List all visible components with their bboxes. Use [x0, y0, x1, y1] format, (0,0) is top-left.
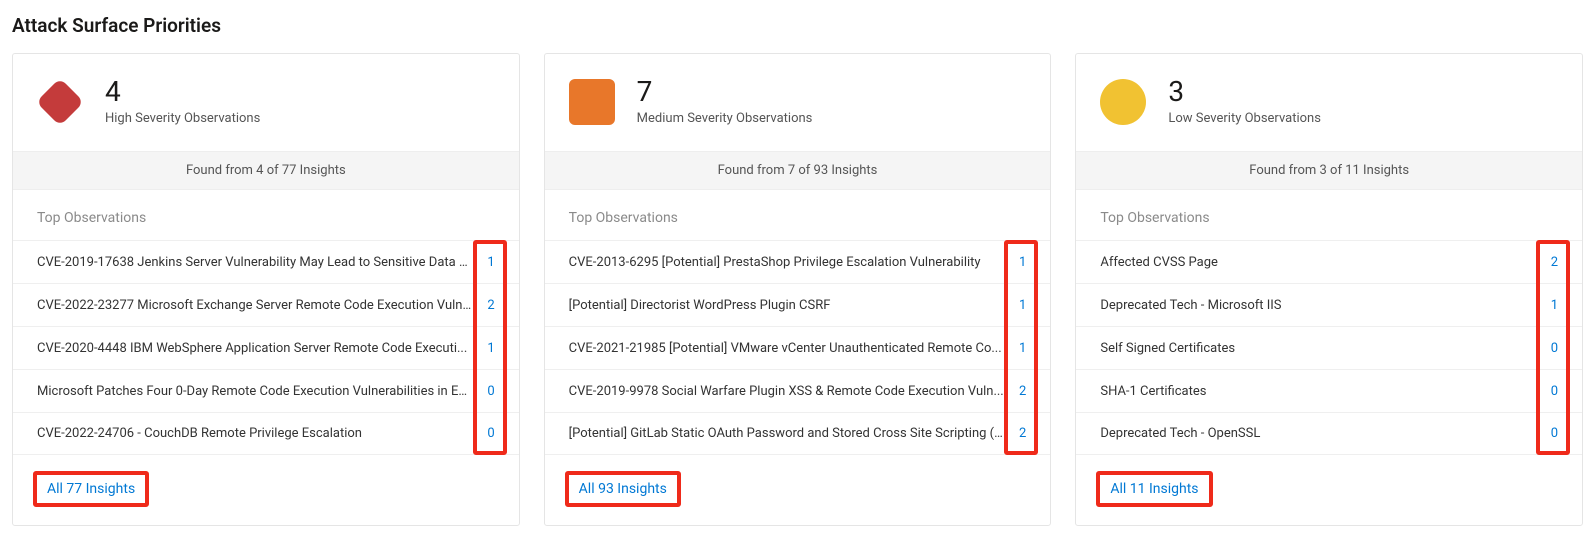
observation-name: CVE-2013-6295 [Potential] PrestaShop Pri…: [569, 255, 1013, 270]
severity-count: 3: [1168, 76, 1321, 108]
observation-row[interactable]: CVE-2020-4448 IBM WebSphere Application …: [13, 326, 519, 369]
card-header: 4 High Severity Observations: [13, 54, 519, 151]
top-observations-title: Top Observations: [13, 210, 519, 240]
all-insights-link[interactable]: All 93 Insights: [570, 476, 676, 502]
observation-name: Microsoft Patches Four 0-Day Remote Code…: [37, 384, 481, 399]
card-header: 3 Low Severity Observations: [1076, 54, 1582, 151]
observation-row[interactable]: CVE-2022-23277 Microsoft Exchange Server…: [13, 283, 519, 326]
observation-row[interactable]: CVE-2022-24706 - CouchDB Remote Privileg…: [13, 412, 519, 455]
severity-low-icon: [1100, 79, 1146, 125]
observation-row[interactable]: Deprecated Tech - Microsoft IIS 1: [1076, 283, 1582, 326]
card-high-severity: 4 High Severity Observations Found from …: [12, 53, 520, 526]
observation-row[interactable]: CVE-2019-9978 Social Warfare Plugin XSS …: [545, 369, 1051, 412]
observation-count[interactable]: 0: [481, 384, 495, 399]
observation-name: [Potential] Directorist WordPress Plugin…: [569, 298, 1013, 313]
observation-row[interactable]: Self Signed Certificates 0: [1076, 326, 1582, 369]
card-low-severity: 3 Low Severity Observations Found from 3…: [1075, 53, 1583, 526]
observation-row[interactable]: CVE-2021-21985 [Potential] VMware vCente…: [545, 326, 1051, 369]
highlight-box-link: All 11 Insights: [1096, 471, 1212, 507]
severity-count: 4: [105, 76, 260, 108]
observation-name: Deprecated Tech - Microsoft IIS: [1100, 298, 1544, 313]
observation-name: CVE-2022-24706 - CouchDB Remote Privileg…: [37, 426, 481, 441]
card-medium-severity: 7 Medium Severity Observations Found fro…: [544, 53, 1052, 526]
observation-name: CVE-2019-9978 Social Warfare Plugin XSS …: [569, 384, 1013, 399]
observation-count[interactable]: 1: [1012, 341, 1026, 356]
observation-row[interactable]: Affected CVSS Page 2: [1076, 240, 1582, 283]
observation-count[interactable]: 2: [1544, 255, 1558, 270]
observation-name: Self Signed Certificates: [1100, 341, 1544, 356]
card-header: 7 Medium Severity Observations: [545, 54, 1051, 151]
observation-name: Affected CVSS Page: [1100, 255, 1544, 270]
observation-count[interactable]: 0: [1544, 384, 1558, 399]
observation-count[interactable]: 1: [1012, 298, 1026, 313]
found-summary: Found from 4 of 77 Insights: [13, 151, 519, 190]
all-insights-link[interactable]: All 11 Insights: [1101, 476, 1207, 502]
severity-label: High Severity Observations: [105, 112, 260, 127]
all-insights-link[interactable]: All 77 Insights: [38, 476, 144, 502]
observation-row[interactable]: Microsoft Patches Four 0-Day Remote Code…: [13, 369, 519, 412]
observation-row[interactable]: SHA-1 Certificates 0: [1076, 369, 1582, 412]
observation-count[interactable]: 1: [1012, 255, 1026, 270]
observation-count[interactable]: 2: [1012, 384, 1026, 399]
observation-count[interactable]: 0: [481, 426, 495, 441]
observation-row[interactable]: CVE-2019-17638 Jenkins Server Vulnerabil…: [13, 240, 519, 283]
severity-label: Low Severity Observations: [1168, 112, 1321, 127]
observation-row[interactable]: CVE-2013-6295 [Potential] PrestaShop Pri…: [545, 240, 1051, 283]
observation-row[interactable]: Deprecated Tech - OpenSSL 0: [1076, 412, 1582, 455]
severity-high-icon: [37, 79, 83, 125]
observation-row[interactable]: [Potential] Directorist WordPress Plugin…: [545, 283, 1051, 326]
observation-list: CVE-2013-6295 [Potential] PrestaShop Pri…: [545, 240, 1051, 455]
severity-medium-icon: [569, 79, 615, 125]
observation-list: CVE-2019-17638 Jenkins Server Vulnerabil…: [13, 240, 519, 455]
observation-list: Affected CVSS Page 2 Deprecated Tech - M…: [1076, 240, 1582, 455]
found-summary: Found from 3 of 11 Insights: [1076, 151, 1582, 190]
observation-count[interactable]: 0: [1544, 426, 1558, 441]
observation-count[interactable]: 0: [1544, 341, 1558, 356]
top-observations-title: Top Observations: [1076, 210, 1582, 240]
observation-name: Deprecated Tech - OpenSSL: [1100, 426, 1544, 441]
observation-row[interactable]: [Potential] GitLab Static OAuth Password…: [545, 412, 1051, 455]
page-title: Attack Surface Priorities: [12, 14, 1583, 37]
observation-name: SHA-1 Certificates: [1100, 384, 1544, 399]
observation-name: CVE-2019-17638 Jenkins Server Vulnerabil…: [37, 255, 481, 270]
observation-name: CVE-2022-23277 Microsoft Exchange Server…: [37, 298, 481, 313]
observation-name: CVE-2020-4448 IBM WebSphere Application …: [37, 341, 481, 356]
observation-count[interactable]: 1: [1544, 298, 1558, 313]
observation-count[interactable]: 2: [481, 298, 495, 313]
severity-label: Medium Severity Observations: [637, 112, 813, 127]
found-summary: Found from 7 of 93 Insights: [545, 151, 1051, 190]
highlight-box-link: All 77 Insights: [33, 471, 149, 507]
priority-cards: 4 High Severity Observations Found from …: [12, 53, 1583, 526]
top-observations-title: Top Observations: [545, 210, 1051, 240]
observation-name: [Potential] GitLab Static OAuth Password…: [569, 426, 1013, 441]
severity-count: 7: [637, 76, 813, 108]
observation-name: CVE-2021-21985 [Potential] VMware vCente…: [569, 341, 1013, 356]
observation-count[interactable]: 1: [481, 255, 495, 270]
observation-count[interactable]: 2: [1012, 426, 1026, 441]
observation-count[interactable]: 1: [481, 341, 495, 356]
highlight-box-link: All 93 Insights: [565, 471, 681, 507]
